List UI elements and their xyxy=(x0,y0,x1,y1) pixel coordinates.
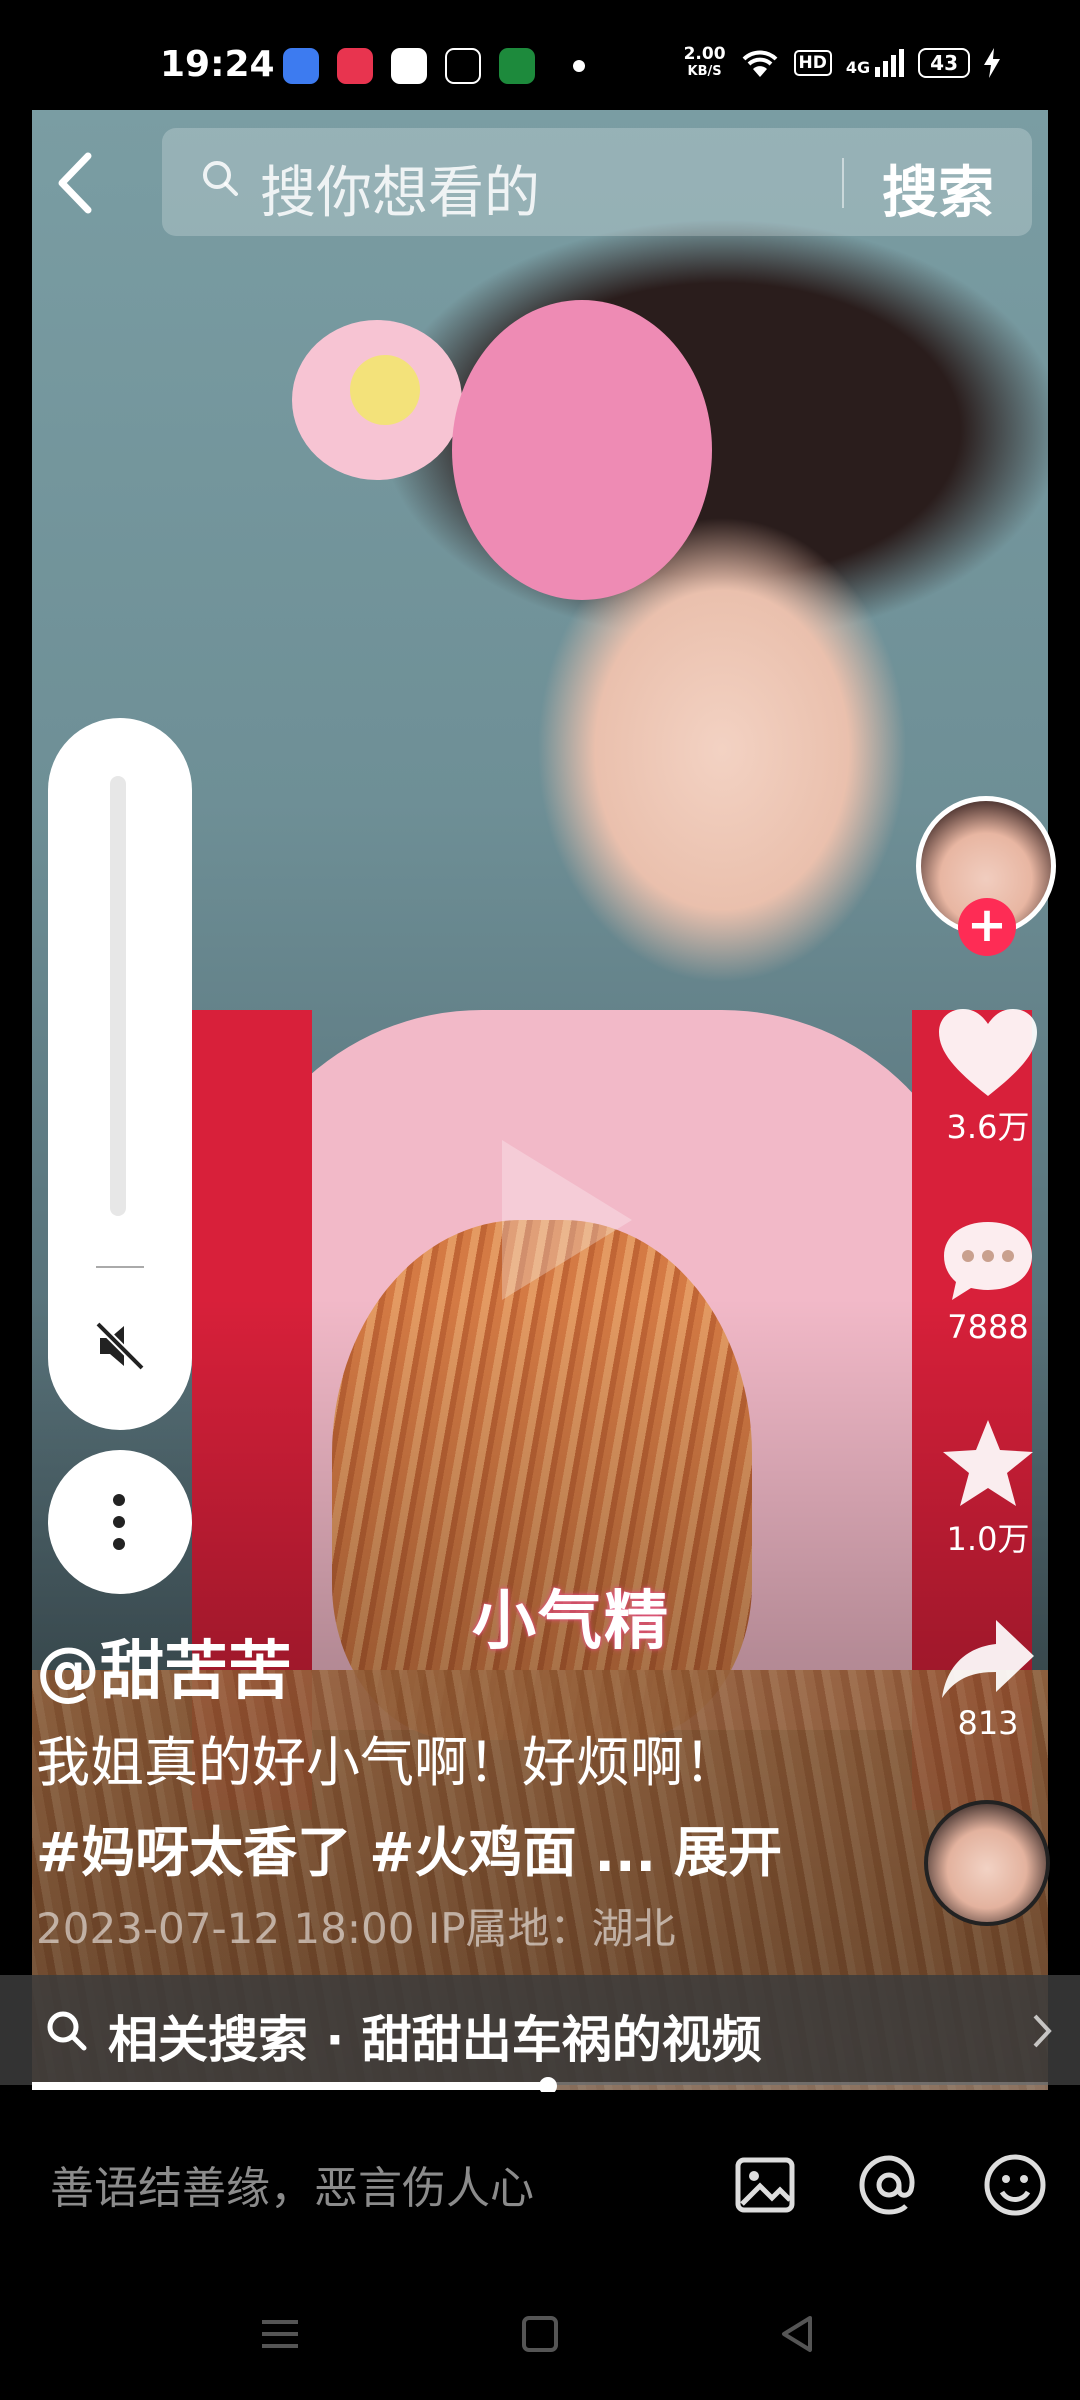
status-bar: 19:24 2.00 KB/S HD 4G 43 xyxy=(0,0,1080,110)
search-divider xyxy=(842,158,844,208)
net-speed-unit: KB/S xyxy=(687,64,722,79)
notification-dot-icon xyxy=(573,60,585,72)
share-action[interactable]: 813 xyxy=(916,1616,1060,1742)
hashtag-link[interactable]: #火鸡面 xyxy=(369,1821,576,1884)
back-icon[interactable] xyxy=(776,2312,820,2356)
mute-icon[interactable] xyxy=(90,1316,150,1376)
post-date-ip: 2023-07-12 18:00 IP属地：湖北 xyxy=(36,1904,676,1953)
signal-bar-icon xyxy=(875,67,881,77)
net-speed-value: 2.00 xyxy=(683,44,726,64)
post-tags: #妈呀太香了 #火鸡面... 展开 xyxy=(36,1808,800,1887)
hd-badge: HD xyxy=(793,50,832,76)
net-speed: 2.00 KB/S xyxy=(684,46,726,80)
volume-divider xyxy=(96,1266,144,1268)
home-icon[interactable] xyxy=(518,2312,562,2356)
more-dots-icon xyxy=(113,1494,125,1550)
system-nav-bar xyxy=(0,2272,1080,2400)
star-icon[interactable] xyxy=(938,1416,1038,1512)
volume-slider[interactable] xyxy=(110,776,126,1216)
comment-action[interactable]: 7888 xyxy=(916,1216,1060,1346)
menu-icon[interactable] xyxy=(258,2312,302,2356)
chevron-right-icon xyxy=(1033,2014,1052,2048)
favorite-action[interactable]: 1.0万 xyxy=(916,1416,1060,1560)
music-disc[interactable] xyxy=(924,1800,1050,1926)
related-search-bar[interactable]: 相关搜索 · 甜甜出车祸的视频 xyxy=(0,1975,1080,2085)
cloud-app-icon xyxy=(283,48,319,84)
more-options-button[interactable] xyxy=(48,1450,192,1594)
at-mention-icon[interactable] xyxy=(856,2152,922,2218)
heart-icon[interactable] xyxy=(935,1006,1041,1100)
tiktok-icon xyxy=(445,48,481,84)
video-app-icon xyxy=(337,48,373,84)
signal-bar-icon xyxy=(899,49,905,77)
search-bar[interactable]: 搜你想看的 搜索 xyxy=(162,128,1032,236)
author-name[interactable]: @甜苦苦 xyxy=(36,1620,292,1712)
comment-icon[interactable] xyxy=(938,1216,1038,1306)
wifi-icon xyxy=(742,50,777,77)
shield-app-icon xyxy=(391,48,427,84)
search-input[interactable]: 搜你想看的 xyxy=(260,148,540,229)
network-type: 4G xyxy=(845,58,871,77)
back-button[interactable] xyxy=(50,148,100,218)
image-icon[interactable] xyxy=(732,2152,798,2218)
signal-4g: 4G xyxy=(845,49,905,77)
search-button[interactable]: 搜索 xyxy=(882,148,994,229)
expand-button[interactable]: 展开 xyxy=(674,1821,782,1884)
like-action[interactable]: 3.6万 xyxy=(916,1006,1060,1148)
status-time: 19:24 xyxy=(160,44,275,85)
play-icon[interactable] xyxy=(502,1140,632,1300)
search-icon xyxy=(47,2011,87,2051)
hashtag-link[interactable]: #妈呀太香了 xyxy=(36,1821,351,1884)
video-sticker-text: 小气精 xyxy=(472,1585,670,1659)
battery-indicator: 43 xyxy=(918,48,970,78)
comment-input[interactable]: 善语结善缘，恶言伤人心 xyxy=(50,2152,534,2216)
progress-fill xyxy=(32,2082,549,2090)
video-progress-bar[interactable] xyxy=(32,2077,1048,2095)
share-icon[interactable] xyxy=(938,1616,1038,1702)
post-description: 我姐真的好小气啊！好烦啊！ xyxy=(36,1731,738,1794)
signal-bar-icon xyxy=(891,55,897,77)
status-right: 2.00 KB/S HD 4G 43 xyxy=(684,46,1000,80)
follow-button[interactable]: + xyxy=(958,898,1016,956)
oppo-app-icon xyxy=(499,48,535,84)
emoji-icon[interactable] xyxy=(982,2152,1048,2218)
status-app-icons xyxy=(283,48,585,84)
ellipsis: ... xyxy=(594,1821,657,1884)
charging-icon xyxy=(984,48,1000,78)
share-count: 813 xyxy=(957,1704,1019,1742)
search-icon xyxy=(203,161,238,196)
related-search-text[interactable]: 相关搜索 · 甜甜出车祸的视频 xyxy=(108,2000,762,2072)
comment-bar: 善语结善缘，恶言伤人心 xyxy=(0,2092,1080,2272)
favorite-count: 1.0万 xyxy=(946,1520,1030,1558)
comment-count: 7888 xyxy=(947,1308,1029,1346)
like-count: 3.6万 xyxy=(946,1108,1030,1146)
signal-bar-icon xyxy=(883,61,889,77)
volume-panel[interactable] xyxy=(48,718,192,1430)
